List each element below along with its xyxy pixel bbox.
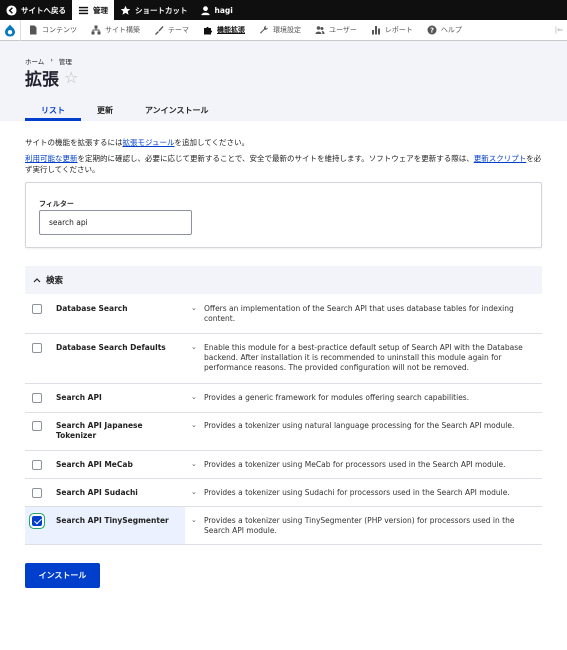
primary-tabs: リスト 更新 アンインストール [25,99,225,121]
drupal-logo-icon[interactable] [0,19,21,41]
shortcuts-tab[interactable]: ショートカット [114,0,194,20]
module-description[interactable]: Provides a tokenizer using MeCab for pro… [204,460,534,470]
filter-input[interactable]: search api [39,210,192,235]
module-name: Search API Japanese Tokenizer [56,421,143,440]
chevron-down-icon[interactable]: ⌄ [191,488,197,496]
people-icon [315,26,325,34]
available-updates-link[interactable]: 利用可能な更新 [25,154,78,163]
shortcuts-label: ショートカット [135,5,188,15]
intro-line-1: サイトの機能を拡張するには拡張モジュールを追加してください。 [25,137,249,148]
module-checkbox[interactable] [32,488,42,498]
tab-list[interactable]: リスト [25,99,81,121]
star-icon [120,5,131,15]
menu-item-label: サイト構築 [105,26,140,34]
module-checkbox[interactable] [32,304,42,314]
chevron-down-icon[interactable]: ⌄ [191,460,197,468]
manage-tab[interactable]: 管理 [72,0,114,20]
module-checkbox[interactable] [32,421,42,431]
admin-menu-tray: コンテンツ サイト構築 テーマ 機能拡張 環境設定 ユーザー レポート ? ヘル… [0,19,567,41]
intro-text: を定期的に確認し、必要に応じて更新することで、安全で最新のサイトを維持します。ソ… [77,154,474,163]
module-row: Database Search Defaults ⌄ Enable this m… [25,334,542,384]
module-description[interactable]: Provides a tokenizer using Sudachi for p… [204,488,534,498]
chevron-down-icon[interactable]: ⌄ [191,393,197,401]
menu-item-config[interactable]: 環境設定 [252,20,308,41]
page-title: 拡張 [25,70,59,90]
menu-item-reports[interactable]: レポート [364,20,420,41]
filter-card: フィルター search api [25,182,542,248]
module-name: Database Search [56,304,128,313]
install-button[interactable]: インストール [25,563,100,588]
menu-item-help[interactable]: ? ヘルプ [420,20,469,41]
module-description[interactable]: Enable this module for a best-practice d… [204,343,534,373]
help-icon: ? [427,25,437,35]
menu-item-label: レポート [384,26,413,34]
module-row: Search API TinySegmenter ⌄ Provides a to… [25,507,542,545]
module-row: Search API Sudachi ⌄ Provides a tokenize… [25,479,542,507]
chevron-down-icon[interactable]: ⌄ [191,343,197,351]
module-row: Search API MeCab ⌄ Provides a tokenizer … [25,451,542,479]
menu-item-label: ヘルプ [440,26,462,34]
page-title-wrap: 拡張 ☆ [25,65,78,90]
module-name: Search API [56,393,102,402]
menu-item-label: 機能拡張 [217,26,245,34]
menu-item-structure[interactable]: サイト構築 [84,20,147,41]
module-name: Search API MeCab [56,460,133,469]
extend-modules-link[interactable]: 拡張モジュール [123,138,175,147]
chevron-left-icon [6,4,17,16]
module-checkbox[interactable] [32,460,42,470]
menu-item-label: 環境設定 [273,26,301,34]
structure-icon [91,25,101,35]
module-description[interactable]: Provides a tokenizer using TinySegmenter… [204,516,534,536]
module-row: Search API Japanese Tokenizer ⌄ Provides… [25,413,542,451]
back-to-site-label: サイトへ戻る [21,5,66,15]
file-icon [30,25,37,35]
module-name: Database Search Defaults [56,343,166,352]
puzzle-icon [204,26,213,35]
menu-item-people[interactable]: ユーザー [308,20,364,41]
module-description[interactable]: Provides a generic framework for modules… [204,393,534,403]
paint-icon [155,26,164,35]
menu-item-content[interactable]: コンテンツ [21,20,84,41]
module-row: Database Search ⌄ Offers an implementati… [25,294,542,334]
intro-text: を追加してください。 [174,138,250,147]
user-icon [200,5,210,15]
module-name: Search API TinySegmenter [56,516,169,525]
admin-toolbar: サイトへ戻る 管理 ショートカット hagi [0,0,567,20]
intro-text: サイトの機能を拡張するには [25,138,123,147]
module-description[interactable]: Provides a tokenizer using natural langu… [204,421,534,431]
menu-item-label: コンテンツ [42,26,77,34]
chart-icon [371,26,380,35]
package-section-toggle[interactable]: 検索 [25,266,542,294]
tray-orientation-toggle-icon[interactable]: |⇐ [555,26,563,34]
module-checkbox[interactable] [32,343,42,353]
tab-update[interactable]: 更新 [81,99,129,121]
user-tab[interactable]: hagi [194,0,239,20]
menu-item-appearance[interactable]: テーマ [147,20,196,41]
filter-label: フィルター [39,200,74,208]
back-to-site-link[interactable]: サイトへ戻る [0,0,72,20]
intro-line-2: 利用可能な更新を定期的に確認し、必要に応じて更新することで、安全で最新のサイトを… [25,153,545,175]
menu-item-extend[interactable]: 機能拡張 [196,20,252,41]
chevron-down-icon[interactable]: ⌄ [191,516,197,524]
chevron-up-icon [33,278,41,283]
package-section-title: 検索 [46,276,64,286]
menu-item-label: テーマ [168,26,189,34]
module-checkbox[interactable] [32,393,42,403]
module-name: Search API Sudachi [56,488,138,497]
tab-uninstall[interactable]: アンインストール [129,99,225,121]
hamburger-icon [78,6,89,14]
module-checkbox[interactable] [32,516,42,526]
user-name: hagi [214,5,233,15]
module-description[interactable]: Offers an implementation of the Search A… [204,304,534,324]
chevron-down-icon[interactable]: ⌄ [191,421,197,429]
manage-label: 管理 [93,5,108,15]
svg-text:?: ? [430,27,434,35]
shortcut-star-icon[interactable]: ☆ [64,68,78,87]
update-script-link[interactable]: 更新スクリプト [474,154,527,163]
chevron-down-icon[interactable]: ⌄ [191,304,197,312]
module-row: Search API ⌄ Provides a generic framewor… [25,384,542,413]
menu-item-label: ユーザー [329,26,357,34]
page-header: ホーム › 管理 拡張 ☆ リスト 更新 アンインストール [0,41,567,121]
wrench-icon [260,25,268,34]
